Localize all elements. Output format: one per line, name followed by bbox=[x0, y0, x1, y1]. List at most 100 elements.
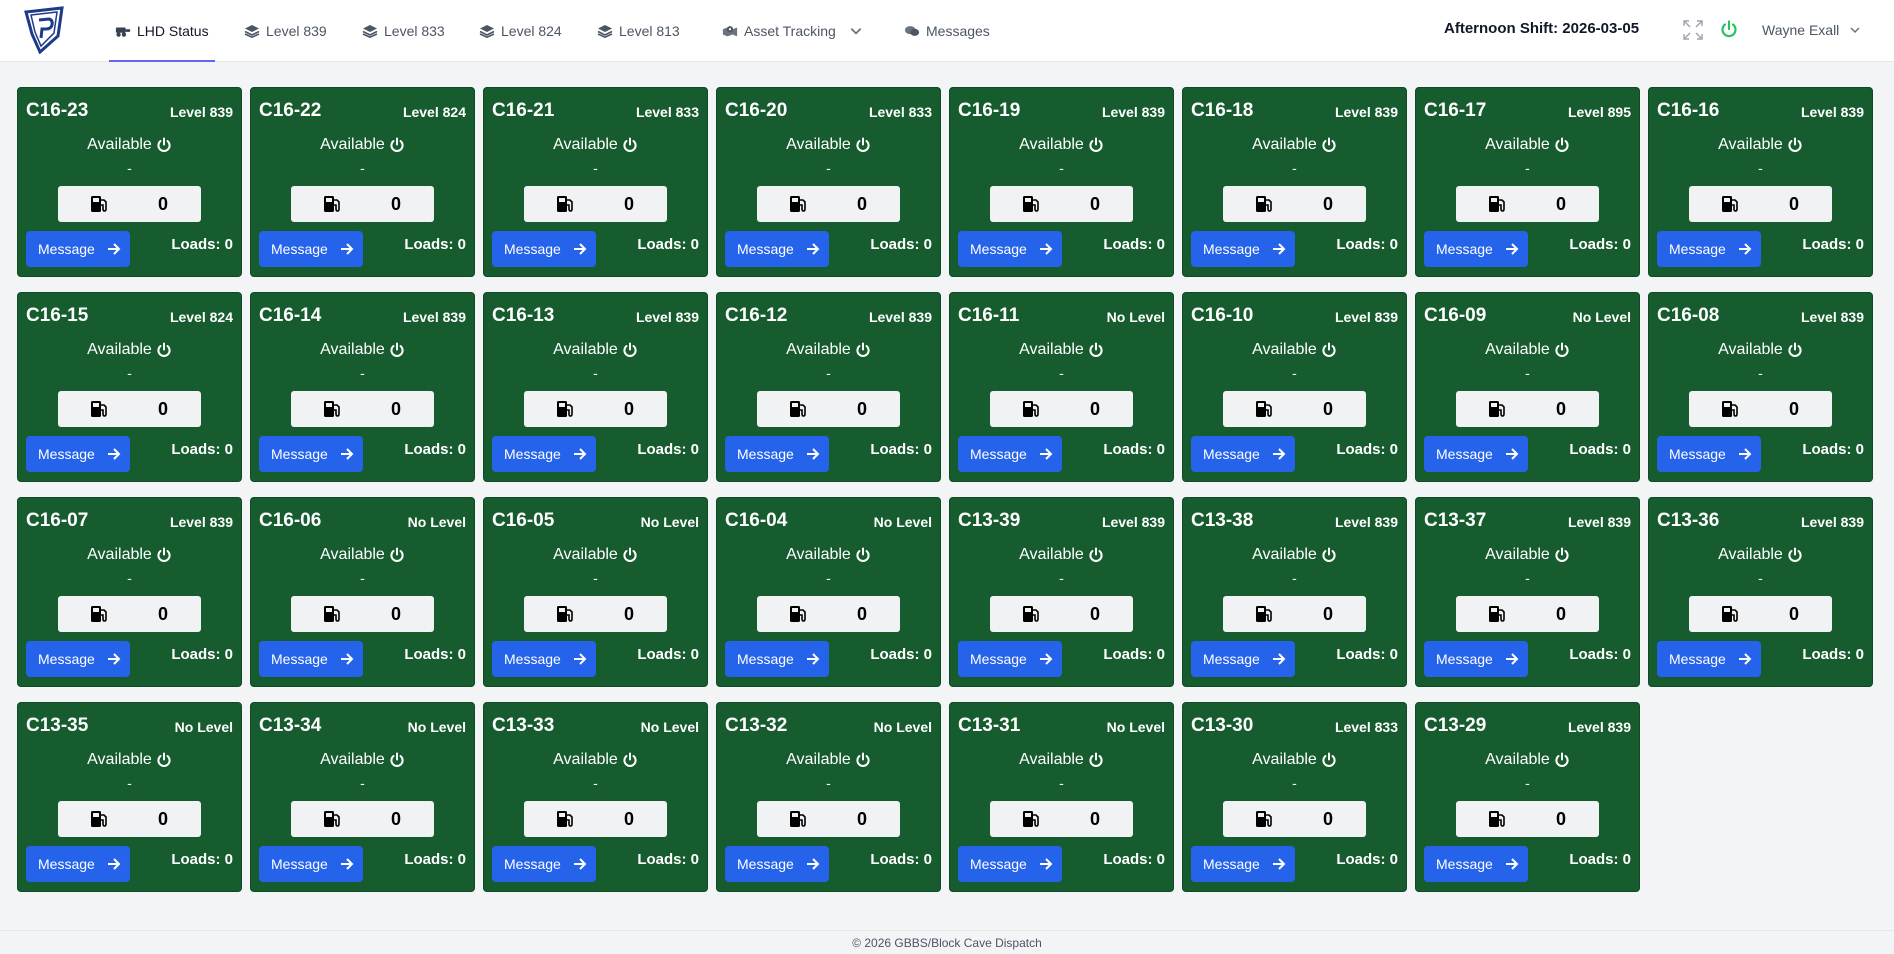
lhd-name: C16-22 bbox=[259, 100, 322, 121]
lhd-status: Available bbox=[484, 546, 707, 564]
lhd-card: C13-39 Level 839 Available - 0 Message L… bbox=[949, 497, 1174, 687]
message-button[interactable]: Message bbox=[1424, 641, 1528, 677]
message-button[interactable]: Message bbox=[26, 436, 130, 472]
chat-icon bbox=[904, 26, 920, 36]
message-button[interactable]: Message bbox=[259, 846, 363, 882]
loads-count: Loads: 0 bbox=[404, 851, 466, 868]
fuel-pump-icon bbox=[1256, 196, 1272, 212]
arrow-right-icon bbox=[1272, 243, 1286, 255]
lhd-location: - bbox=[1059, 570, 1064, 586]
fuel-indicator: 0 bbox=[1689, 596, 1832, 632]
loads-count: Loads: 0 bbox=[1569, 851, 1631, 868]
lhd-card: C16-06 No Level Available - 0 Message Lo… bbox=[250, 497, 475, 687]
lhd-status: Available bbox=[251, 751, 474, 769]
message-button[interactable]: Message bbox=[492, 641, 596, 677]
message-button[interactable]: Message bbox=[492, 231, 596, 267]
lhd-name: C13-39 bbox=[958, 510, 1021, 531]
fuel-indicator: 0 bbox=[291, 391, 434, 427]
fuel-pump-icon bbox=[1722, 606, 1738, 622]
message-button[interactable]: Message bbox=[1191, 846, 1295, 882]
tab-asset-tracking[interactable]: Asset Tracking bbox=[722, 0, 864, 62]
message-button-label: Message bbox=[38, 446, 95, 462]
power-icon bbox=[390, 137, 404, 152]
fullscreen-icon[interactable] bbox=[1683, 20, 1703, 40]
fuel-value: 0 bbox=[1789, 194, 1800, 214]
message-button[interactable]: Message bbox=[1657, 436, 1761, 472]
tab-messages[interactable]: Messages bbox=[904, 0, 990, 62]
lhd-status: Available bbox=[484, 341, 707, 359]
user-name: Wayne Exall bbox=[1762, 22, 1840, 38]
lhd-status: Available bbox=[1416, 136, 1639, 154]
lhd-status: Available bbox=[18, 341, 241, 359]
lhd-level: No Level bbox=[873, 719, 932, 735]
tab-lhd-status[interactable]: LHD Status bbox=[109, 0, 215, 62]
lhd-location: - bbox=[593, 775, 598, 791]
fuel-value: 0 bbox=[624, 604, 635, 624]
message-button[interactable]: Message bbox=[259, 231, 363, 267]
lhd-level: Level 839 bbox=[1800, 514, 1864, 530]
lhd-name: C16-07 bbox=[26, 510, 89, 531]
message-button[interactable]: Message bbox=[26, 641, 130, 677]
lhd-name: C16-11 bbox=[958, 305, 1020, 326]
fuel-pump-icon bbox=[1256, 811, 1272, 827]
lhd-location: - bbox=[1292, 570, 1297, 586]
message-button[interactable]: Message bbox=[492, 846, 596, 882]
message-button[interactable]: Message bbox=[259, 436, 363, 472]
tab-level-813[interactable]: Level 813 bbox=[597, 0, 680, 62]
lhd-status: Available bbox=[1649, 341, 1872, 359]
message-button[interactable]: Message bbox=[1424, 846, 1528, 882]
lhd-level: No Level bbox=[1106, 309, 1165, 325]
message-button[interactable]: Message bbox=[725, 641, 829, 677]
message-button[interactable]: Message bbox=[492, 436, 596, 472]
tab-level-833[interactable]: Level 833 bbox=[362, 0, 445, 62]
message-button[interactable]: Message bbox=[1191, 436, 1295, 472]
lhd-card: C16-20 Level 833 Available - 0 Message L… bbox=[716, 87, 941, 277]
lhd-level: Level 824 bbox=[402, 104, 466, 120]
lhd-level: No Level bbox=[873, 514, 932, 530]
message-button[interactable]: Message bbox=[1191, 231, 1295, 267]
lhd-location: - bbox=[1758, 160, 1763, 176]
message-button[interactable]: Message bbox=[958, 436, 1062, 472]
lhd-location: - bbox=[1758, 365, 1763, 381]
message-button[interactable]: Message bbox=[26, 846, 130, 882]
status-text: Available bbox=[1252, 546, 1317, 563]
message-button-label: Message bbox=[1669, 241, 1726, 257]
app-logo-icon[interactable] bbox=[22, 6, 66, 55]
power-icon[interactable] bbox=[1720, 20, 1738, 38]
fuel-value: 0 bbox=[1556, 604, 1567, 624]
lhd-card: C16-09 No Level Available - 0 Message Lo… bbox=[1415, 292, 1640, 482]
arrow-right-icon bbox=[107, 243, 121, 255]
lhd-name: C16-14 bbox=[259, 305, 322, 326]
message-button[interactable]: Message bbox=[725, 846, 829, 882]
fuel-value: 0 bbox=[1090, 809, 1101, 829]
tab-level-824[interactable]: Level 824 bbox=[479, 0, 562, 62]
fuel-indicator: 0 bbox=[524, 391, 667, 427]
message-button[interactable]: Message bbox=[1657, 231, 1761, 267]
power-icon bbox=[623, 342, 637, 357]
fuel-value: 0 bbox=[1323, 604, 1334, 624]
message-button[interactable]: Message bbox=[958, 846, 1062, 882]
fuel-indicator: 0 bbox=[524, 801, 667, 837]
status-text: Available bbox=[87, 136, 152, 153]
status-text: Available bbox=[553, 751, 618, 768]
message-button[interactable]: Message bbox=[958, 641, 1062, 677]
tab-level-839[interactable]: Level 839 bbox=[244, 0, 327, 62]
message-button[interactable]: Message bbox=[725, 436, 829, 472]
lhd-card-grid: C16-23 Level 839 Available - 0 Message L… bbox=[17, 87, 1873, 892]
arrow-right-icon bbox=[1272, 653, 1286, 665]
lhd-name: C13-37 bbox=[1424, 510, 1487, 531]
message-button[interactable]: Message bbox=[725, 231, 829, 267]
message-button-label: Message bbox=[1203, 651, 1260, 667]
message-button[interactable]: Message bbox=[958, 231, 1062, 267]
lhd-location: - bbox=[1758, 570, 1763, 586]
message-button[interactable]: Message bbox=[1191, 641, 1295, 677]
message-button[interactable]: Message bbox=[26, 231, 130, 267]
message-button[interactable]: Message bbox=[1424, 231, 1528, 267]
message-button[interactable]: Message bbox=[259, 641, 363, 677]
lhd-level: Level 839 bbox=[1567, 514, 1631, 530]
fuel-value: 0 bbox=[1556, 194, 1567, 214]
fuel-indicator: 0 bbox=[524, 186, 667, 222]
user-menu[interactable]: Wayne Exall bbox=[1762, 22, 1861, 38]
message-button[interactable]: Message bbox=[1424, 436, 1528, 472]
message-button[interactable]: Message bbox=[1657, 641, 1761, 677]
